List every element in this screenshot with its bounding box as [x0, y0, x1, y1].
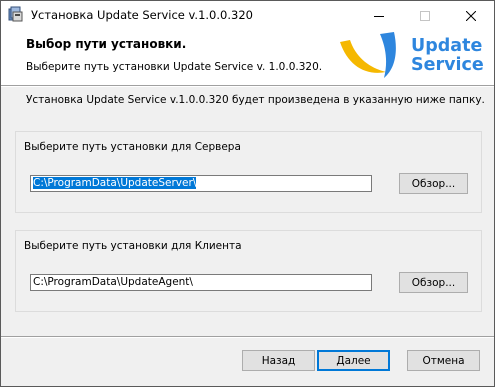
logo-mark-icon — [340, 32, 396, 78]
client-path-value: C:\ProgramData\UpdateAgent\ — [33, 276, 193, 288]
minimize-button[interactable] — [356, 1, 402, 30]
minimize-icon — [374, 15, 384, 17]
installer-app-icon — [8, 6, 23, 22]
close-icon — [466, 10, 476, 21]
logo-line-2: Service — [411, 55, 484, 75]
maximize-icon — [420, 10, 430, 21]
intro-text: Установка Update Service v.1.0.0.320 буд… — [26, 94, 485, 106]
header-banner: Выбор пути установки. Выберите путь уста… — [1, 30, 494, 85]
client-browse-button[interactable]: Обзор... — [399, 272, 468, 293]
title-bar[interactable]: Установка Update Service v.1.0.0.320 — [1, 1, 494, 30]
next-button[interactable]: Далее — [317, 350, 390, 371]
logo-wordmark: Update Service — [411, 37, 484, 75]
server-path-label: Выберите путь установки для Сервера — [24, 141, 241, 153]
logo-line-1: Update — [411, 36, 483, 56]
window-title: Установка Update Service v.1.0.0.320 — [31, 8, 253, 22]
footer-divider — [1, 336, 494, 338]
update-service-logo: Update Service — [336, 30, 486, 84]
close-button[interactable] — [448, 1, 494, 30]
client-path-group: Выберите путь установки для Клиента C:\P… — [15, 230, 482, 312]
back-button[interactable]: Назад — [242, 350, 315, 371]
server-path-input[interactable]: C:\ProgramData\UpdateServer\ — [30, 175, 372, 192]
server-browse-button[interactable]: Обзор... — [399, 173, 468, 194]
header-divider — [1, 85, 494, 87]
cancel-button[interactable]: Отмена — [407, 350, 480, 371]
installer-window: Установка Update Service v.1.0.0.320 Выб… — [0, 0, 495, 387]
maximize-button[interactable] — [402, 1, 448, 30]
page-subtitle: Выберите путь установки Update Service v… — [26, 61, 323, 73]
server-path-value: C:\ProgramData\UpdateServer\ — [33, 177, 197, 189]
client-path-input[interactable]: C:\ProgramData\UpdateAgent\ — [30, 274, 372, 291]
page-title: Выбор пути установки. — [26, 37, 187, 51]
client-path-label: Выберите путь установки для Клиента — [24, 240, 242, 252]
server-path-group: Выберите путь установки для Сервера C:\P… — [15, 131, 482, 213]
